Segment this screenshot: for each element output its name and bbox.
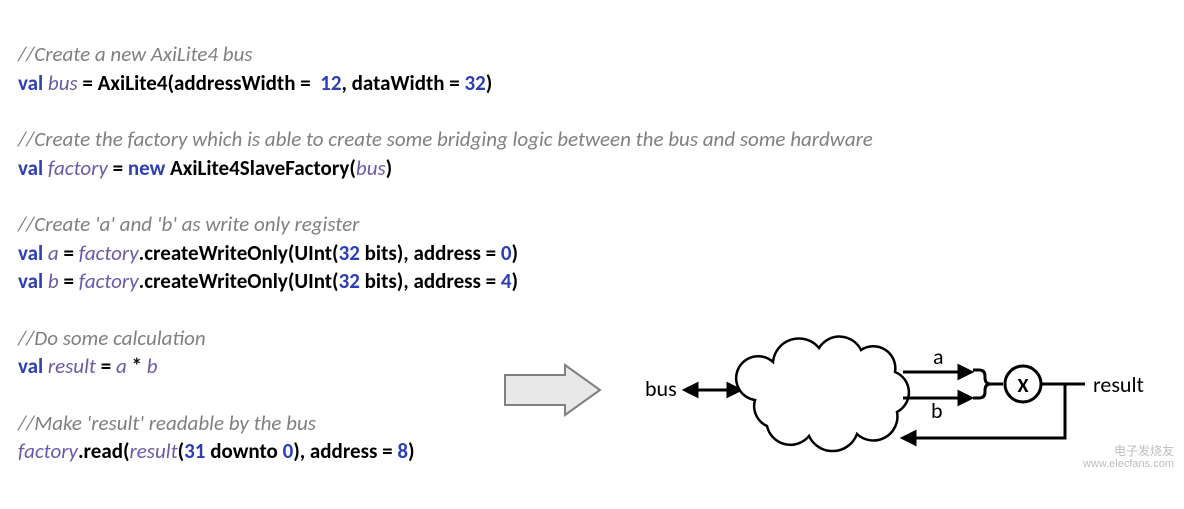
op-eq: =	[108, 155, 128, 181]
bits: bits	[360, 240, 397, 266]
mid: ), address =	[397, 268, 501, 294]
multiplier-node: X	[1005, 366, 1041, 402]
keyword-new: new	[128, 155, 165, 181]
paren-close: )	[386, 155, 393, 181]
ident-a: a	[116, 353, 127, 379]
num-32: 32	[339, 268, 360, 294]
num-32: 32	[465, 70, 486, 96]
ident-result: result	[48, 353, 96, 379]
ident-a: a	[48, 240, 59, 266]
ident-bus: bus	[356, 155, 386, 181]
bits: bits	[360, 268, 397, 294]
num-0: 0	[283, 438, 294, 464]
comment: //Make 'result' readable by the bus	[18, 410, 316, 436]
keyword-val: val	[18, 353, 43, 379]
paren: (addressWidth =	[167, 70, 320, 96]
watermark-cn: 电子发烧友	[1083, 444, 1174, 458]
ident-factory: factory	[79, 240, 139, 266]
ident-result: result	[130, 438, 178, 464]
keyword-val: val	[18, 70, 43, 96]
num-8: 8	[397, 438, 408, 464]
call: .createWriteOnly(UInt(	[139, 268, 339, 294]
num-32: 32	[339, 240, 360, 266]
comment: //Create the factory which is able to cr…	[18, 126, 873, 152]
op-eq: =	[59, 240, 79, 266]
paren-close: )	[512, 268, 519, 294]
call: .createWriteOnly(UInt(	[139, 240, 339, 266]
mid: ), address =	[397, 240, 501, 266]
ident-factory: factory	[18, 438, 78, 464]
type-axilite4: AxiLite4	[98, 70, 168, 96]
watermark-url: www.elecfans.com	[1083, 458, 1174, 471]
bus-label: bus	[645, 375, 677, 402]
num-4: 4	[501, 268, 512, 294]
ident-b: b	[48, 268, 59, 294]
comment: //Create 'a' and 'b' as write only regis…	[18, 211, 359, 237]
ident-factory: factory	[79, 268, 139, 294]
mid: ), address =	[293, 438, 397, 464]
paren-close: )	[512, 240, 519, 266]
num-0: 0	[501, 240, 512, 266]
a-label: a	[933, 343, 944, 370]
merge-bracket-icon	[973, 370, 1003, 398]
cloud-icon	[736, 337, 909, 451]
op-mul: *	[127, 353, 147, 379]
num-12: 12	[320, 70, 341, 96]
op-eq: =	[78, 70, 98, 96]
ident-factory: factory	[48, 155, 108, 181]
num-31: 31	[184, 438, 205, 464]
ident-bus: bus	[48, 70, 78, 96]
arrow-icon	[505, 365, 600, 415]
multiplier-label: X	[1017, 374, 1028, 398]
type-slavefactory: AxiLite4SlaveFactory	[170, 155, 349, 181]
paren-close: )	[408, 438, 415, 464]
paren-close: )	[486, 70, 493, 96]
bus-double-arrow-icon	[685, 384, 740, 396]
keyword-val: val	[18, 268, 43, 294]
b-label: b	[931, 397, 943, 424]
watermark: 电子发烧友 www.elecfans.com	[1083, 444, 1174, 472]
diagram: bus a b X result	[495, 320, 1175, 460]
op-eq: =	[59, 268, 79, 294]
call: .read(	[78, 438, 130, 464]
comment: //Do some calculation	[18, 325, 206, 351]
downto: downto	[205, 438, 282, 464]
keyword-val: val	[18, 240, 43, 266]
diagram-svg: bus a b X result	[495, 320, 1175, 460]
ident-b: b	[147, 353, 158, 379]
op-eq: =	[96, 353, 116, 379]
keyword-val: val	[18, 155, 43, 181]
result-label: result	[1093, 371, 1144, 398]
comment: //Create a new AxiLite4 bus	[18, 41, 253, 67]
comma: , dataWidth =	[341, 70, 464, 96]
